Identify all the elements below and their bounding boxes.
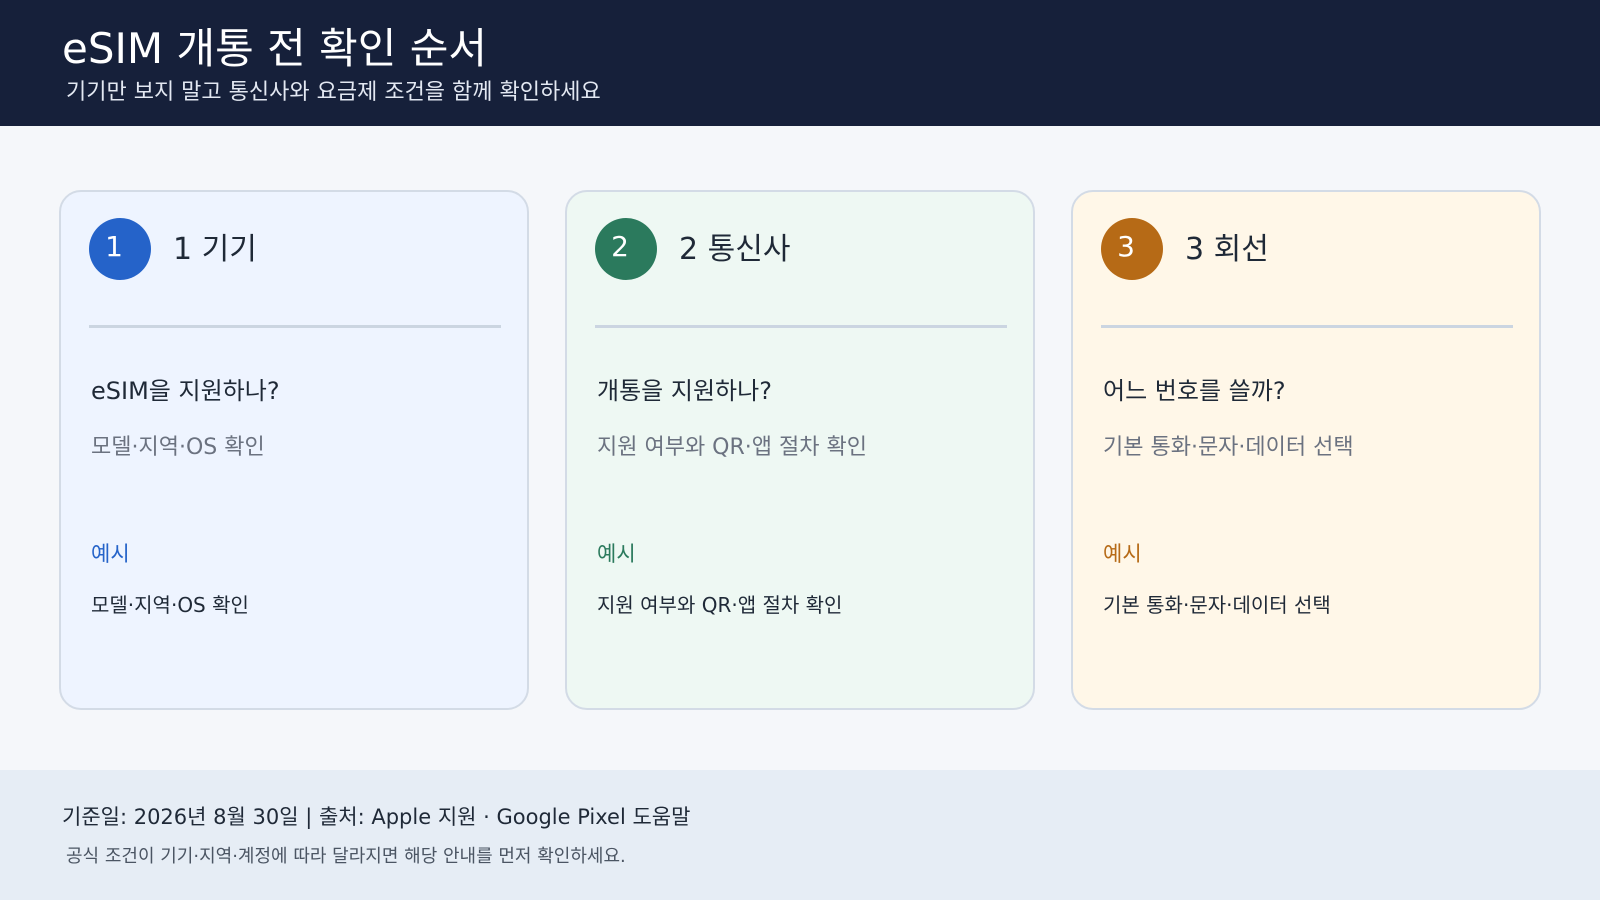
page-title: eSIM 개통 전 확인 순서 [62,24,488,73]
step-number-badge: 3 [1101,218,1163,280]
step-detail: 모델·지역·OS 확인 [91,435,265,460]
example-text: 기본 통화·문자·데이터 선택 [1103,593,1331,617]
example-text: 모델·지역·OS 확인 [91,593,249,617]
step-card-device: 1 1 기기 eSIM을 지원하나? 모델·지역·OS 확인 예시 모델·지역·… [59,190,529,710]
step-number-badge: 1 [89,218,151,280]
step-title: 3 회선 [1185,232,1269,267]
card-divider [595,325,1007,328]
page-header: eSIM 개통 전 확인 순서 기기만 보지 말고 통신사와 요금제 조건을 함… [0,0,1600,126]
step-question: eSIM을 지원하나? [91,377,280,405]
step-question: 개통을 지원하나? [597,377,772,405]
step-number-badge: 2 [595,218,657,280]
step-detail: 지원 여부와 QR·앱 절차 확인 [597,435,867,460]
page-subtitle: 기기만 보지 말고 통신사와 요금제 조건을 함께 확인하세요 [66,80,601,105]
step-card-line: 3 3 회선 어느 번호를 쓸까? 기본 통화·문자·데이터 선택 예시 기본 … [1071,190,1541,710]
example-label: 예시 [597,542,636,566]
card-divider [89,325,501,328]
example-label: 예시 [1103,542,1142,566]
footer-note: 공식 조건이 기기·지역·계정에 따라 달라지면 해당 안내를 먼저 확인하세요… [66,846,626,867]
page-footer: 기준일: 2026년 8월 30일 | 출처: Apple 지원 · Googl… [0,770,1600,900]
step-detail: 기본 통화·문자·데이터 선택 [1103,435,1354,460]
card-divider [1101,325,1513,328]
example-label: 예시 [91,542,130,566]
source-line: 기준일: 2026년 8월 30일 | 출처: Apple 지원 · Googl… [62,805,691,829]
step-question: 어느 번호를 쓸까? [1103,377,1286,405]
step-card-carrier: 2 2 통신사 개통을 지원하나? 지원 여부와 QR·앱 절차 확인 예시 지… [565,190,1035,710]
example-text: 지원 여부와 QR·앱 절차 확인 [597,593,843,617]
step-title: 2 통신사 [679,232,791,267]
step-title: 1 기기 [173,232,257,267]
